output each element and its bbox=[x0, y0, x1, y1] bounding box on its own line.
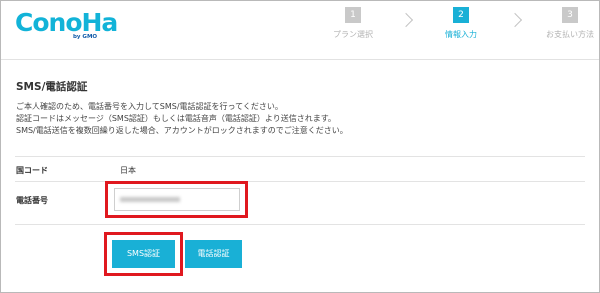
header: ConoHa by GMO 1 プラン選択 2 情報入力 3 お支払い方法 bbox=[1, 1, 599, 60]
divider bbox=[15, 181, 585, 182]
phone-auth-button[interactable]: 電話認証 bbox=[185, 240, 242, 268]
page-frame: ConoHa by GMO 1 プラン選択 2 情報入力 3 お支払い方法 SM… bbox=[0, 0, 600, 293]
chevron-right-icon bbox=[507, 12, 523, 28]
divider bbox=[15, 156, 585, 157]
description-line: ご本人確認のため、電話番号を入力してSMS/電話認証を行ってください。 bbox=[16, 102, 283, 111]
step-label: プラン選択 bbox=[333, 30, 373, 39]
chevron-right-icon bbox=[398, 12, 414, 28]
step-info: 2 情報入力 bbox=[421, 7, 501, 40]
step-number: 1 bbox=[345, 7, 361, 23]
progress-steps: 1 プラン選択 2 情報入力 3 お支払い方法 bbox=[1, 1, 599, 59]
step-number: 3 bbox=[562, 7, 578, 23]
step-number: 2 bbox=[453, 7, 469, 23]
country-code-value: 日本 bbox=[120, 166, 136, 175]
masked-phone-number bbox=[120, 197, 180, 202]
description-line: 認証コードはメッセージ（SMS認証）もしくは電話音声（電話認証）より送信されます… bbox=[16, 114, 336, 123]
page-title: SMS/電話認証 bbox=[16, 81, 88, 93]
description-line: SMS/電話送信を複数回繰り返した場合、アカウントがロックされますのでご注意くだ… bbox=[16, 126, 348, 135]
step-label: 情報入力 bbox=[445, 30, 477, 39]
phone-number-label: 電話番号 bbox=[16, 196, 48, 205]
step-payment: 3 お支払い方法 bbox=[530, 7, 599, 40]
divider bbox=[15, 224, 585, 225]
description: ご本人確認のため、電話番号を入力してSMS/電話認証を行ってください。 認証コー… bbox=[16, 101, 348, 137]
country-code-label: 国コード bbox=[16, 166, 48, 175]
sms-auth-button[interactable]: SMS認証 bbox=[112, 240, 175, 268]
step-label: お支払い方法 bbox=[546, 30, 594, 39]
step-plan: 1 プラン選択 bbox=[313, 7, 393, 40]
